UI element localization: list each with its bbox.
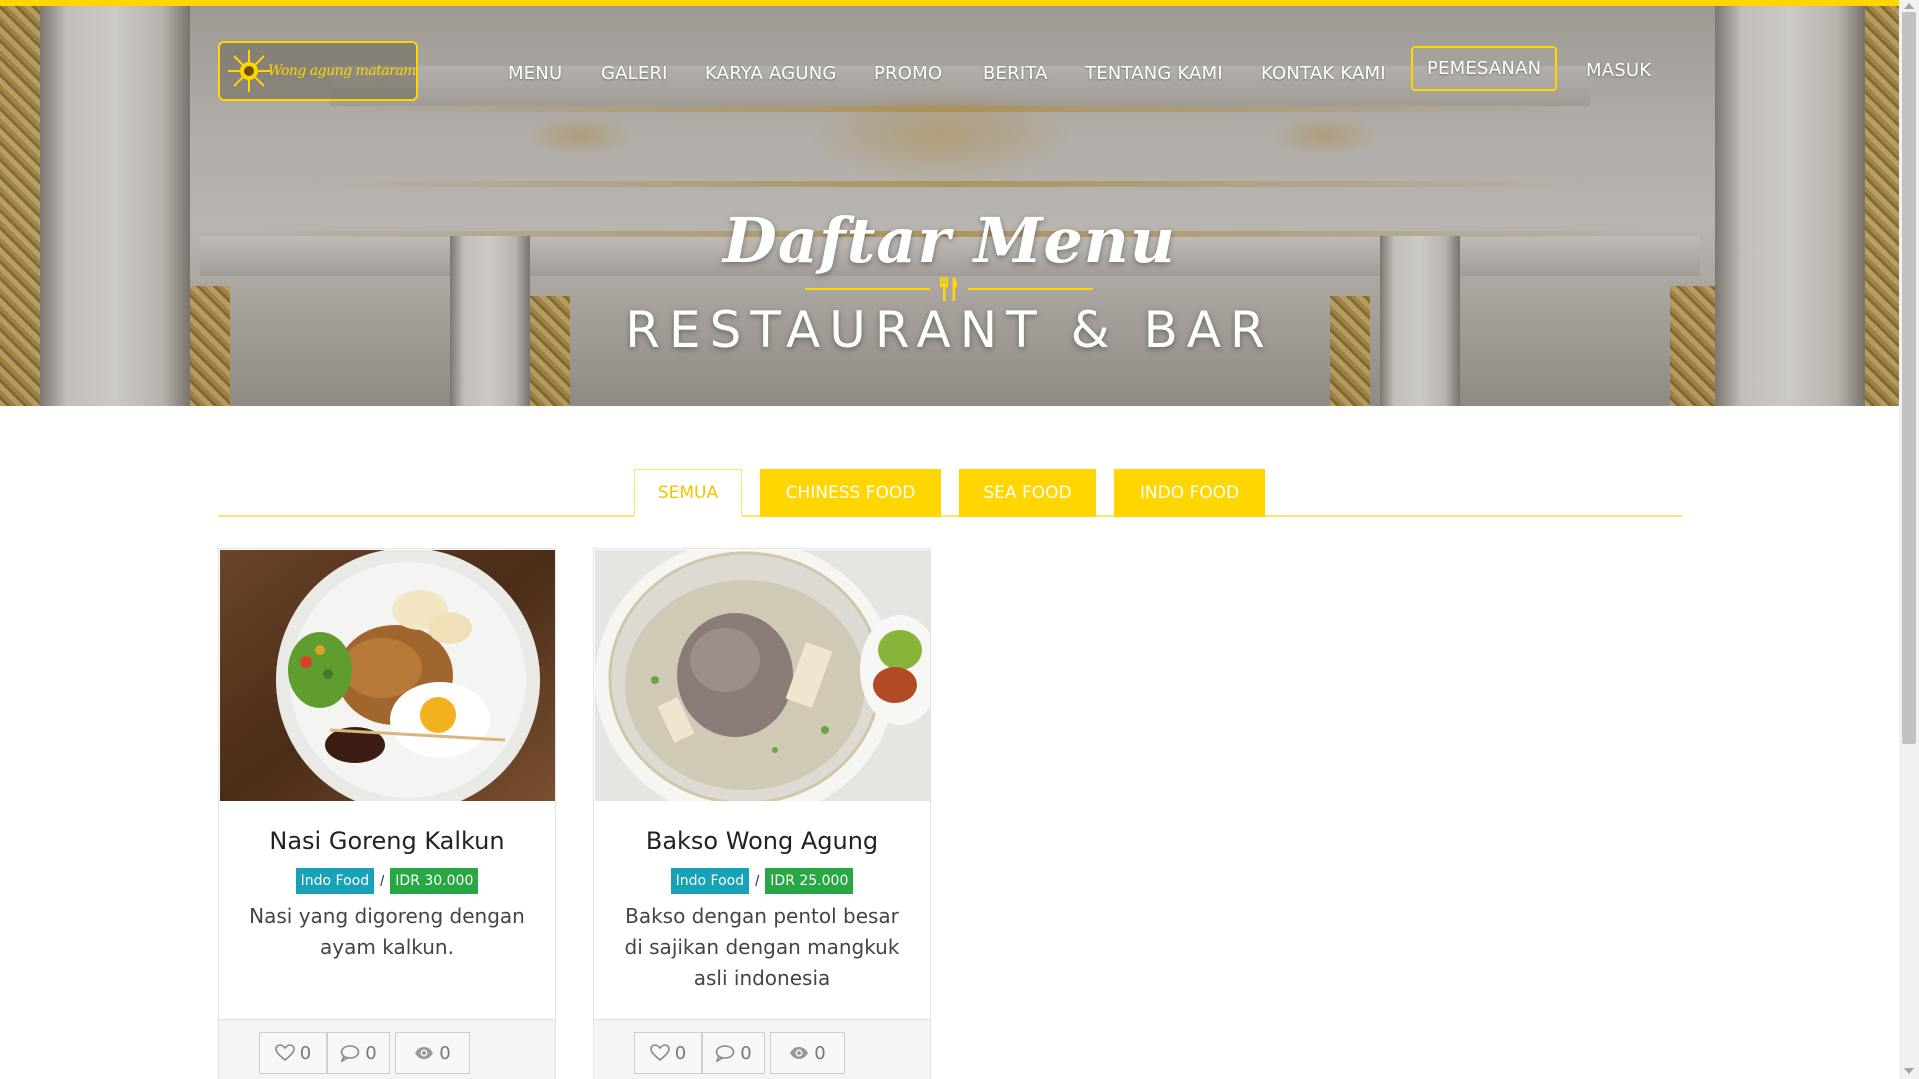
brand-name: Wong agung mataram — [268, 63, 416, 79]
nav-menu[interactable]: MENU — [508, 63, 562, 84]
food-photo[interactable] — [595, 550, 930, 801]
meta-separator: / — [380, 872, 385, 890]
category-badge: Indo Food — [670, 868, 750, 894]
menu-item-meta: Indo Food / IDR 30.000 — [219, 868, 555, 894]
scroll-up-arrow-icon[interactable] — [1904, 3, 1914, 9]
menu-item-description: Bakso dengan pentol besar di sajikan den… — [624, 904, 900, 990]
menu-item-description: Nasi yang digoreng dengan ayam kalkun. — [249, 904, 525, 959]
comment-button[interactable]: 0 — [702, 1032, 765, 1074]
heart-icon — [274, 1044, 295, 1062]
card-footer: 0 0 0 — [219, 1019, 555, 1079]
scroll-thumb[interactable] — [1902, 12, 1916, 744]
hero-divider-left — [805, 288, 930, 290]
like-button[interactable]: 0 — [634, 1032, 702, 1074]
nav-karya-agung[interactable]: KARYA AGUNG — [705, 63, 837, 84]
eye-icon — [790, 1047, 809, 1059]
tab-indo-food[interactable]: INDO FOOD — [1114, 469, 1265, 517]
like-button[interactable]: 0 — [259, 1032, 327, 1074]
order-button[interactable]: PEMESANAN — [1411, 46, 1558, 91]
sun-emblem-icon — [228, 50, 270, 92]
meta-separator: / — [755, 872, 760, 890]
eye-icon — [415, 1047, 434, 1059]
nav-tentang-kami[interactable]: TENTANG KAMI — [1085, 63, 1223, 84]
comment-count: 0 — [740, 1042, 752, 1064]
menu-item-name[interactable]: Nasi Goreng Kalkun — [219, 827, 555, 855]
view-count: 0 — [439, 1042, 451, 1064]
nav-berita[interactable]: BERITA — [983, 63, 1048, 84]
menu-card[interactable]: Nasi Goreng Kalkun Indo Food / IDR 30.00… — [218, 548, 556, 1079]
hero-banner: Wong agung mataram MENU GALERI KARYA AGU… — [0, 0, 1899, 406]
food-image-bakso — [595, 550, 930, 801]
view-button[interactable]: 0 — [395, 1032, 470, 1074]
card-footer: 0 0 0 — [594, 1019, 930, 1079]
food-photo[interactable] — [220, 550, 555, 801]
menu-item-meta: Indo Food / IDR 25.000 — [594, 868, 930, 894]
tab-chiness-food[interactable]: CHINESS FOOD — [760, 469, 941, 517]
scroll-down-arrow-icon[interactable] — [1904, 1068, 1914, 1074]
comment-button[interactable]: 0 — [327, 1032, 390, 1074]
tab-semua[interactable]: SEMUA — [634, 469, 742, 517]
hero-title: Daftar Menu — [723, 204, 1176, 277]
price-badge: IDR 30.000 — [390, 868, 479, 894]
cutlery-icon — [940, 277, 958, 301]
nav-kontak-kami[interactable]: KONTAK KAMI — [1261, 63, 1386, 84]
like-count: 0 — [299, 1042, 312, 1064]
login-link[interactable]: MASUK — [1586, 60, 1651, 81]
menu-card[interactable]: Bakso Wong Agung Indo Food / IDR 25.000 … — [593, 548, 931, 1079]
page-scrollbar[interactable] — [1899, 0, 1919, 1079]
tab-sea-food[interactable]: SEA FOOD — [959, 469, 1096, 517]
heart-icon — [649, 1044, 670, 1062]
brand-logo[interactable]: Wong agung mataram — [218, 41, 418, 101]
food-image-nasi-goreng — [220, 550, 555, 801]
tabs-underline — [218, 515, 1682, 517]
view-count: 0 — [814, 1042, 826, 1064]
nav-galeri[interactable]: GALERI — [601, 63, 668, 84]
hero-divider-right — [968, 288, 1093, 290]
price-badge: IDR 25.000 — [765, 868, 854, 894]
comment-icon — [340, 1045, 360, 1062]
nav-promo[interactable]: PROMO — [874, 63, 942, 84]
hero-subtitle: RESTAURANT & BAR — [625, 301, 1274, 359]
category-badge: Indo Food — [295, 868, 375, 894]
menu-item-name[interactable]: Bakso Wong Agung — [594, 827, 930, 855]
comment-count: 0 — [365, 1042, 377, 1064]
view-button[interactable]: 0 — [770, 1032, 845, 1074]
comment-icon — [715, 1045, 735, 1062]
like-count: 0 — [674, 1042, 687, 1064]
